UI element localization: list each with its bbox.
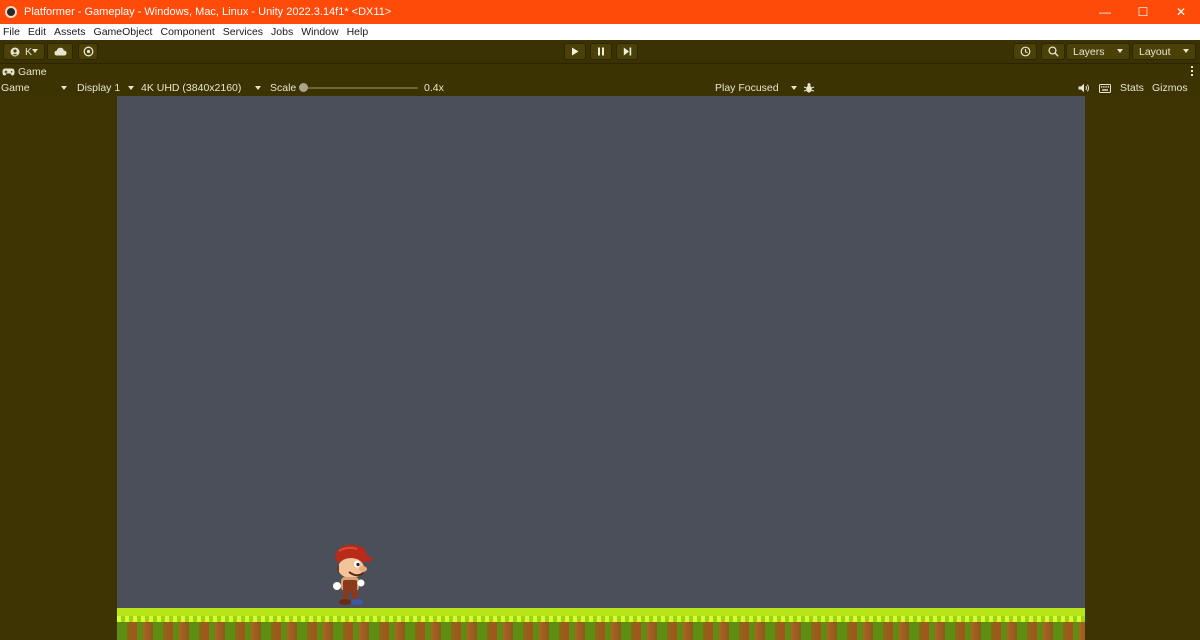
game-view-toolbar: Game Display 1 4K UHD (3840x2160) Scale …: [0, 80, 1200, 96]
gizmos-button[interactable]: Gizmos: [1152, 80, 1188, 96]
step-icon: [623, 47, 631, 56]
menu-edit[interactable]: Edit: [28, 26, 46, 38]
menu-file[interactable]: File: [3, 26, 20, 38]
search-button[interactable]: [1041, 43, 1065, 60]
window-controls: — ☐ ✕: [1086, 0, 1200, 24]
game-viewport[interactable]: [117, 96, 1085, 640]
scale-slider-thumb[interactable]: [299, 83, 308, 92]
keyboard-toggle[interactable]: [1099, 80, 1113, 96]
tab-game[interactable]: Game: [2, 64, 47, 80]
chevron-down-icon: [255, 86, 261, 90]
services-button[interactable]: [78, 43, 98, 60]
scale-label: Scale: [270, 82, 297, 94]
audio-toggle[interactable]: [1078, 80, 1092, 96]
stats-button[interactable]: Stats: [1120, 80, 1144, 96]
bug-icon: [803, 83, 815, 93]
step-button[interactable]: [616, 43, 638, 60]
unity-app-icon: [5, 6, 17, 18]
menu-jobs[interactable]: Jobs: [271, 26, 293, 38]
display-label: Display 1: [77, 82, 121, 94]
play-icon: [572, 47, 579, 56]
play-mode-label: Play Focused: [715, 82, 779, 94]
gamepad-icon: [2, 68, 15, 76]
cloud-icon: [54, 47, 66, 56]
menu-component[interactable]: Component: [160, 26, 214, 38]
menu-assets[interactable]: Assets: [54, 26, 86, 38]
minimize-button[interactable]: —: [1086, 0, 1124, 24]
grass-tufts: [117, 616, 1085, 622]
scale-slider-track[interactable]: [300, 87, 418, 89]
pause-button[interactable]: [590, 43, 612, 60]
debug-button[interactable]: [803, 80, 817, 96]
layout-dropdown[interactable]: Layout: [1132, 43, 1196, 60]
play-button[interactable]: [564, 43, 586, 60]
main-toolbar: K Layers Layout: [0, 40, 1200, 64]
account-icon: [10, 47, 20, 56]
layers-dropdown[interactable]: Layers: [1066, 43, 1130, 60]
cloud-button[interactable]: [47, 43, 73, 60]
layers-label: Layers: [1073, 45, 1105, 58]
gear-icon: [83, 46, 93, 57]
resolution-dropdown[interactable]: 4K UHD (3840x2160): [141, 80, 261, 96]
chevron-down-icon: [1117, 49, 1123, 53]
account-dropdown[interactable]: K: [3, 43, 45, 60]
chevron-down-icon: [128, 86, 134, 90]
history-icon: [1020, 46, 1030, 57]
chevron-down-icon: [1183, 49, 1189, 53]
window-title: Platformer - Gameplay - Windows, Mac, Li…: [24, 6, 392, 18]
pause-icon: [598, 47, 604, 56]
chevron-down-icon: [32, 49, 38, 53]
menu-bar: File Edit Assets GameObject Component Se…: [0, 24, 1200, 40]
speaker-icon: [1078, 83, 1089, 93]
player-character-sprite: [333, 544, 373, 605]
tab-game-label: Game: [18, 66, 47, 78]
scale-value: 0.4x: [424, 82, 444, 94]
history-button[interactable]: [1013, 43, 1037, 60]
maximize-button[interactable]: ☐: [1124, 0, 1162, 24]
chevron-down-icon: [61, 86, 67, 90]
view-mode-dropdown[interactable]: Game: [1, 80, 67, 96]
window-title-bar: Platformer - Gameplay - Windows, Mac, Li…: [0, 0, 1200, 24]
keyboard-icon: [1099, 83, 1111, 93]
menu-services[interactable]: Services: [223, 26, 263, 38]
play-mode-dropdown[interactable]: Play Focused: [715, 80, 797, 96]
more-options-icon[interactable]: [1191, 66, 1194, 78]
resolution-label: 4K UHD (3840x2160): [141, 82, 242, 94]
menu-window[interactable]: Window: [301, 26, 338, 38]
account-label: K: [25, 45, 33, 58]
menu-gameobject[interactable]: GameObject: [94, 26, 153, 38]
menu-help[interactable]: Help: [347, 26, 369, 38]
close-button[interactable]: ✕: [1162, 0, 1200, 24]
view-mode-label: Game: [1, 82, 30, 94]
layout-label: Layout: [1139, 45, 1171, 58]
panel-tab-row: Game: [0, 64, 1200, 80]
chevron-down-icon: [791, 86, 797, 90]
search-icon: [1047, 46, 1059, 57]
display-dropdown[interactable]: Display 1: [77, 80, 134, 96]
